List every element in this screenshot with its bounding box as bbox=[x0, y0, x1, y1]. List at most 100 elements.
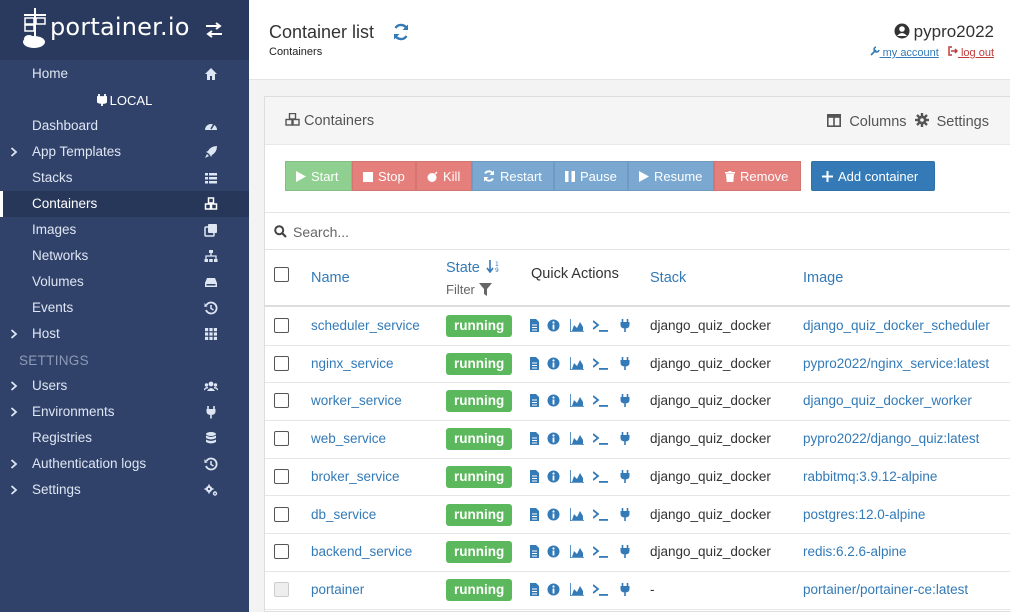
sidebar-item-users[interactable]: Users bbox=[0, 373, 249, 399]
kill-button[interactable]: Kill bbox=[416, 161, 472, 191]
image-link[interactable]: rabbitmq:3.9.12-alpine bbox=[803, 469, 937, 484]
plug-icon[interactable] bbox=[619, 507, 631, 521]
image-link[interactable]: pypro2022/django_quiz:latest bbox=[803, 431, 979, 446]
terminal-icon[interactable] bbox=[593, 470, 609, 483]
file-text-icon[interactable] bbox=[529, 545, 540, 559]
plug-icon[interactable] bbox=[619, 432, 631, 446]
plug-icon[interactable] bbox=[619, 545, 631, 559]
file-text-icon[interactable] bbox=[529, 469, 540, 483]
image-link[interactable]: django_quiz_docker_scheduler bbox=[803, 318, 990, 333]
image-link[interactable]: portainer/portainer-ce:latest bbox=[803, 582, 968, 597]
plug-icon[interactable] bbox=[619, 356, 631, 370]
container-name-link[interactable]: worker_service bbox=[311, 393, 402, 408]
remove-button[interactable]: Remove bbox=[714, 161, 801, 191]
info-circle-icon[interactable] bbox=[547, 545, 560, 558]
container-name-link[interactable]: nginx_service bbox=[311, 356, 394, 371]
info-circle-icon[interactable] bbox=[547, 583, 560, 596]
container-name-link[interactable]: db_service bbox=[311, 507, 376, 522]
sidebar-item-networks[interactable]: Networks bbox=[0, 243, 249, 269]
container-name-link[interactable]: scheduler_service bbox=[311, 318, 420, 333]
area-chart-icon[interactable] bbox=[570, 469, 584, 483]
terminal-icon[interactable] bbox=[593, 432, 609, 445]
sidebar-item-app-templates[interactable]: App Templates bbox=[0, 139, 249, 165]
terminal-icon[interactable] bbox=[593, 508, 609, 521]
sidebar-item-home[interactable]: Home bbox=[0, 61, 249, 87]
image-link[interactable]: postgres:12.0-alpine bbox=[803, 507, 925, 522]
sidebar-item-containers[interactable]: Containers bbox=[0, 191, 249, 217]
container-name-link[interactable]: backend_service bbox=[311, 544, 412, 559]
terminal-icon[interactable] bbox=[593, 394, 609, 408]
area-chart-icon[interactable] bbox=[570, 356, 584, 370]
terminal-icon[interactable] bbox=[593, 357, 609, 370]
sidebar-item-authentication-logs[interactable]: Authentication logs bbox=[0, 451, 249, 477]
sidebar-item-host[interactable]: Host bbox=[0, 321, 249, 347]
settings-menu[interactable]: Settings bbox=[914, 113, 989, 130]
file-text-icon[interactable] bbox=[529, 356, 540, 370]
plug-icon[interactable] bbox=[619, 582, 631, 596]
start-button[interactable]: Start bbox=[285, 161, 352, 191]
info-circle-icon[interactable] bbox=[547, 394, 560, 407]
info-circle-icon[interactable] bbox=[547, 470, 560, 483]
sidebar-item-images[interactable]: Images bbox=[0, 217, 249, 243]
brand-name[interactable]: portainer.io bbox=[50, 13, 190, 41]
plug-icon[interactable] bbox=[619, 319, 631, 332]
terminal-icon[interactable] bbox=[593, 319, 609, 332]
container-name-link[interactable]: portainer bbox=[311, 582, 364, 597]
file-text-icon[interactable] bbox=[529, 507, 540, 521]
file-text-icon[interactable] bbox=[529, 432, 540, 446]
my-account-link[interactable]: my account bbox=[869, 46, 939, 59]
area-chart-icon[interactable] bbox=[570, 394, 584, 408]
plug-icon[interactable] bbox=[619, 394, 631, 408]
area-chart-icon[interactable] bbox=[570, 545, 584, 559]
image-column-header[interactable]: Image bbox=[803, 270, 843, 286]
image-link[interactable]: pypro2022/nginx_service:latest bbox=[803, 356, 989, 371]
info-circle-icon[interactable] bbox=[547, 432, 560, 445]
sidebar-item-registries[interactable]: Registries bbox=[0, 425, 249, 451]
sidebar-item-dashboard[interactable]: Dashboard bbox=[0, 113, 249, 139]
restart-button[interactable]: Restart bbox=[472, 161, 554, 191]
image-link[interactable]: django_quiz_docker_worker bbox=[803, 393, 972, 408]
search-input[interactable] bbox=[291, 221, 891, 243]
stop-button[interactable]: Stop bbox=[352, 161, 416, 191]
file-text-icon[interactable] bbox=[529, 319, 540, 332]
refresh-icon[interactable] bbox=[392, 23, 410, 41]
pause-button[interactable]: Pause bbox=[554, 161, 628, 191]
terminal-icon[interactable] bbox=[593, 583, 609, 596]
sidebar-item-stacks[interactable]: Stacks bbox=[0, 165, 249, 191]
columns-menu[interactable]: Columns bbox=[827, 114, 907, 130]
log-out-link[interactable]: log out bbox=[948, 46, 994, 59]
area-chart-icon[interactable] bbox=[570, 432, 584, 446]
sidebar-item-settings[interactable]: Settings bbox=[0, 477, 249, 503]
image-link[interactable]: redis:6.2.6-alpine bbox=[803, 544, 907, 559]
sidebar-toggle-icon[interactable] bbox=[205, 22, 223, 38]
select-all-checkbox[interactable] bbox=[274, 267, 289, 282]
container-name-link[interactable]: web_service bbox=[311, 431, 386, 446]
sidebar-item-volumes[interactable]: Volumes bbox=[0, 269, 249, 295]
terminal-icon[interactable] bbox=[593, 545, 609, 558]
stack-column-header[interactable]: Stack bbox=[650, 270, 686, 286]
row-checkbox[interactable] bbox=[274, 468, 289, 484]
area-chart-icon[interactable] bbox=[570, 319, 584, 332]
area-chart-icon[interactable] bbox=[570, 582, 584, 596]
add-container-button[interactable]: Add container bbox=[811, 161, 935, 191]
row-checkbox[interactable] bbox=[274, 318, 289, 333]
container-name-link[interactable]: broker_service bbox=[311, 469, 400, 484]
row-checkbox[interactable] bbox=[274, 393, 289, 409]
sidebar-item-events[interactable]: Events bbox=[0, 295, 249, 321]
resume-button[interactable]: Resume bbox=[628, 161, 714, 191]
plug-icon[interactable] bbox=[619, 469, 631, 483]
info-circle-icon[interactable] bbox=[547, 508, 560, 521]
row-checkbox[interactable] bbox=[274, 544, 289, 560]
file-text-icon[interactable] bbox=[529, 582, 540, 596]
info-circle-icon[interactable] bbox=[547, 357, 560, 370]
row-checkbox[interactable] bbox=[274, 431, 289, 447]
file-text-icon[interactable] bbox=[529, 394, 540, 408]
state-column-header[interactable]: State 19 bbox=[446, 260, 502, 276]
row-checkbox[interactable] bbox=[274, 355, 289, 371]
name-column-header[interactable]: Name bbox=[311, 270, 350, 286]
sidebar-item-environments[interactable]: Environments bbox=[0, 399, 249, 425]
area-chart-icon[interactable] bbox=[570, 507, 584, 521]
info-circle-icon[interactable] bbox=[547, 319, 560, 332]
row-checkbox[interactable] bbox=[274, 506, 289, 522]
state-filter[interactable]: Filter bbox=[446, 282, 492, 297]
